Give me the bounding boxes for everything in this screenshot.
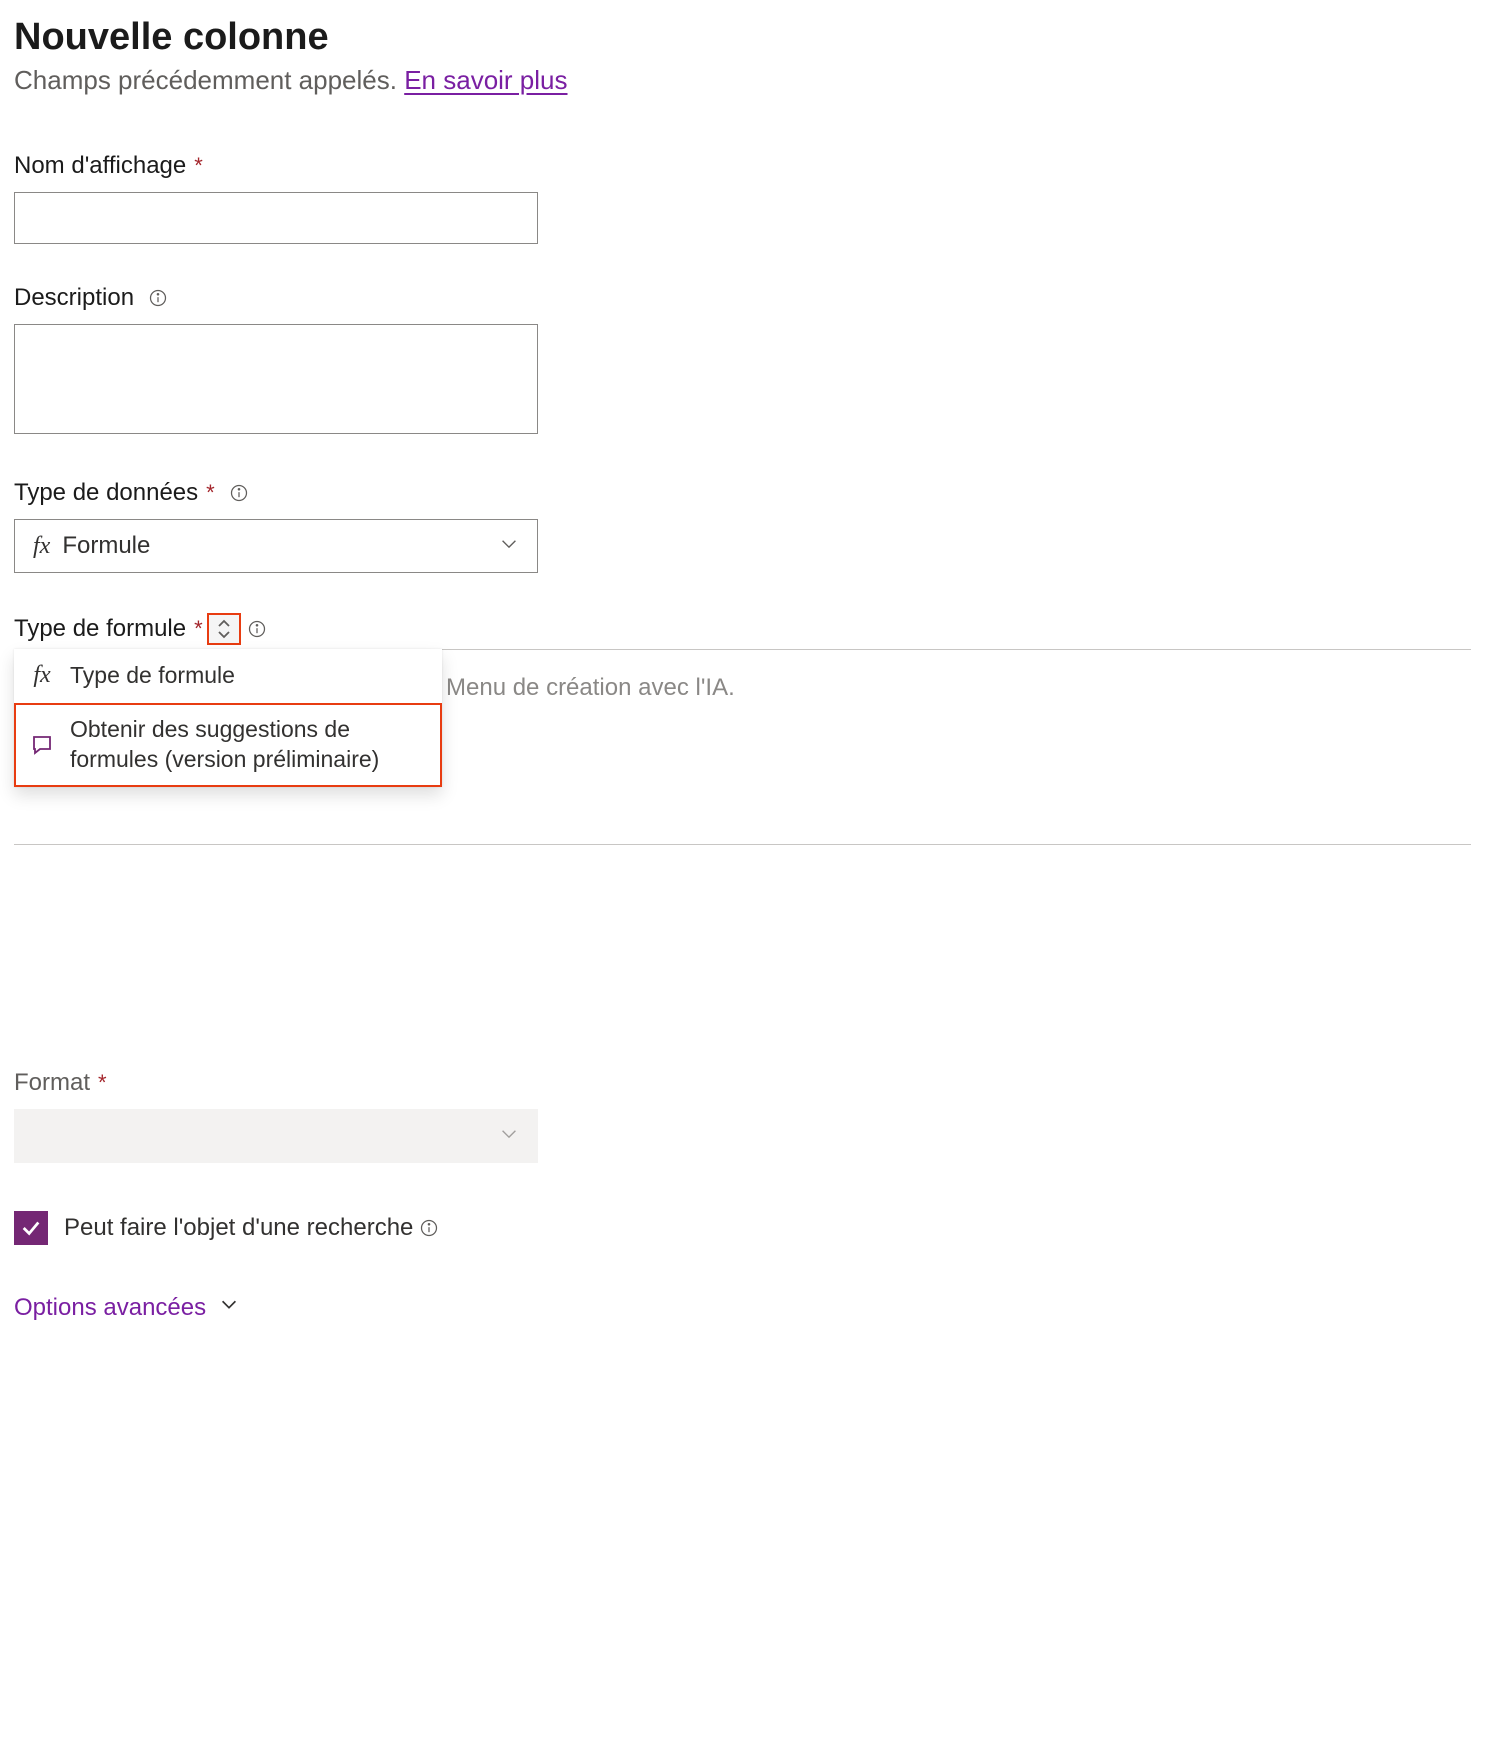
panel-subtitle: Champs précédemment appelés. En savoir p…: [14, 65, 1471, 96]
learn-more-link[interactable]: En savoir plus: [404, 65, 567, 95]
required-mark: *: [206, 480, 215, 506]
data-type-label: Type de données *: [14, 479, 1471, 507]
info-icon[interactable]: [148, 288, 168, 308]
display-name-group: Nom d'affichage *: [14, 152, 1471, 244]
format-label: Format *: [14, 1069, 1471, 1097]
formula-type-label: Type de formule *: [14, 615, 203, 643]
advanced-options-label: Options avancées: [14, 1294, 206, 1322]
searchable-checkbox[interactable]: [14, 1211, 48, 1245]
display-name-input[interactable]: [14, 192, 538, 244]
formula-type-label-text: Type de formule: [14, 615, 186, 643]
format-label-text: Format: [14, 1069, 90, 1097]
required-mark: *: [98, 1070, 107, 1096]
searchable-row: Peut faire l'objet d'une recherche: [14, 1211, 1471, 1245]
data-type-select[interactable]: fx Formule: [14, 519, 538, 573]
display-name-label-text: Nom d'affichage: [14, 152, 186, 180]
panel-title: Nouvelle colonne: [14, 16, 1471, 59]
subtitle-text: Champs précédemment appelés.: [14, 65, 404, 95]
data-type-group: Type de données * fx Formule: [14, 479, 1471, 573]
dropdown-item-formula-type[interactable]: fx Type de formule: [14, 649, 442, 703]
required-mark: *: [194, 153, 203, 179]
dropdown-item-label: Obtenir des suggestions de formules (ver…: [70, 715, 428, 775]
dropdown-item-suggestions[interactable]: Obtenir des suggestions de formules (ver…: [14, 703, 442, 787]
formula-editor-placeholder: Menu de création avec l'IA.: [446, 674, 735, 702]
info-icon[interactable]: [247, 619, 267, 639]
formula-type-group: Type de formule * Menu de création avec l…: [14, 613, 1471, 845]
searchable-label: Peut faire l'objet d'une recherche: [64, 1214, 439, 1242]
fx-icon: fx: [28, 662, 56, 689]
data-type-label-text: Type de données: [14, 479, 198, 507]
description-input[interactable]: [14, 324, 538, 434]
description-group: Description: [14, 284, 1471, 439]
dropdown-item-label: Type de formule: [70, 661, 235, 691]
advanced-options-toggle[interactable]: Options avancées: [14, 1293, 1471, 1322]
description-label-text: Description: [14, 284, 134, 312]
format-group: Format *: [14, 1069, 1471, 1163]
formula-type-dropdown: fx Type de formule Obtenir des suggestio…: [14, 649, 442, 787]
chat-icon: [28, 733, 56, 757]
data-type-selected: Formule: [62, 532, 150, 560]
description-label: Description: [14, 284, 1471, 312]
info-icon[interactable]: [229, 483, 249, 503]
info-icon[interactable]: [419, 1218, 439, 1238]
fx-icon: fx: [33, 533, 50, 560]
required-mark: *: [194, 616, 203, 642]
format-select[interactable]: [14, 1109, 538, 1163]
searchable-label-text: Peut faire l'objet d'une recherche: [64, 1214, 413, 1242]
display-name-label: Nom d'affichage *: [14, 152, 1471, 180]
formula-type-split-button[interactable]: [207, 613, 241, 645]
chevron-down-icon: [218, 1293, 240, 1322]
